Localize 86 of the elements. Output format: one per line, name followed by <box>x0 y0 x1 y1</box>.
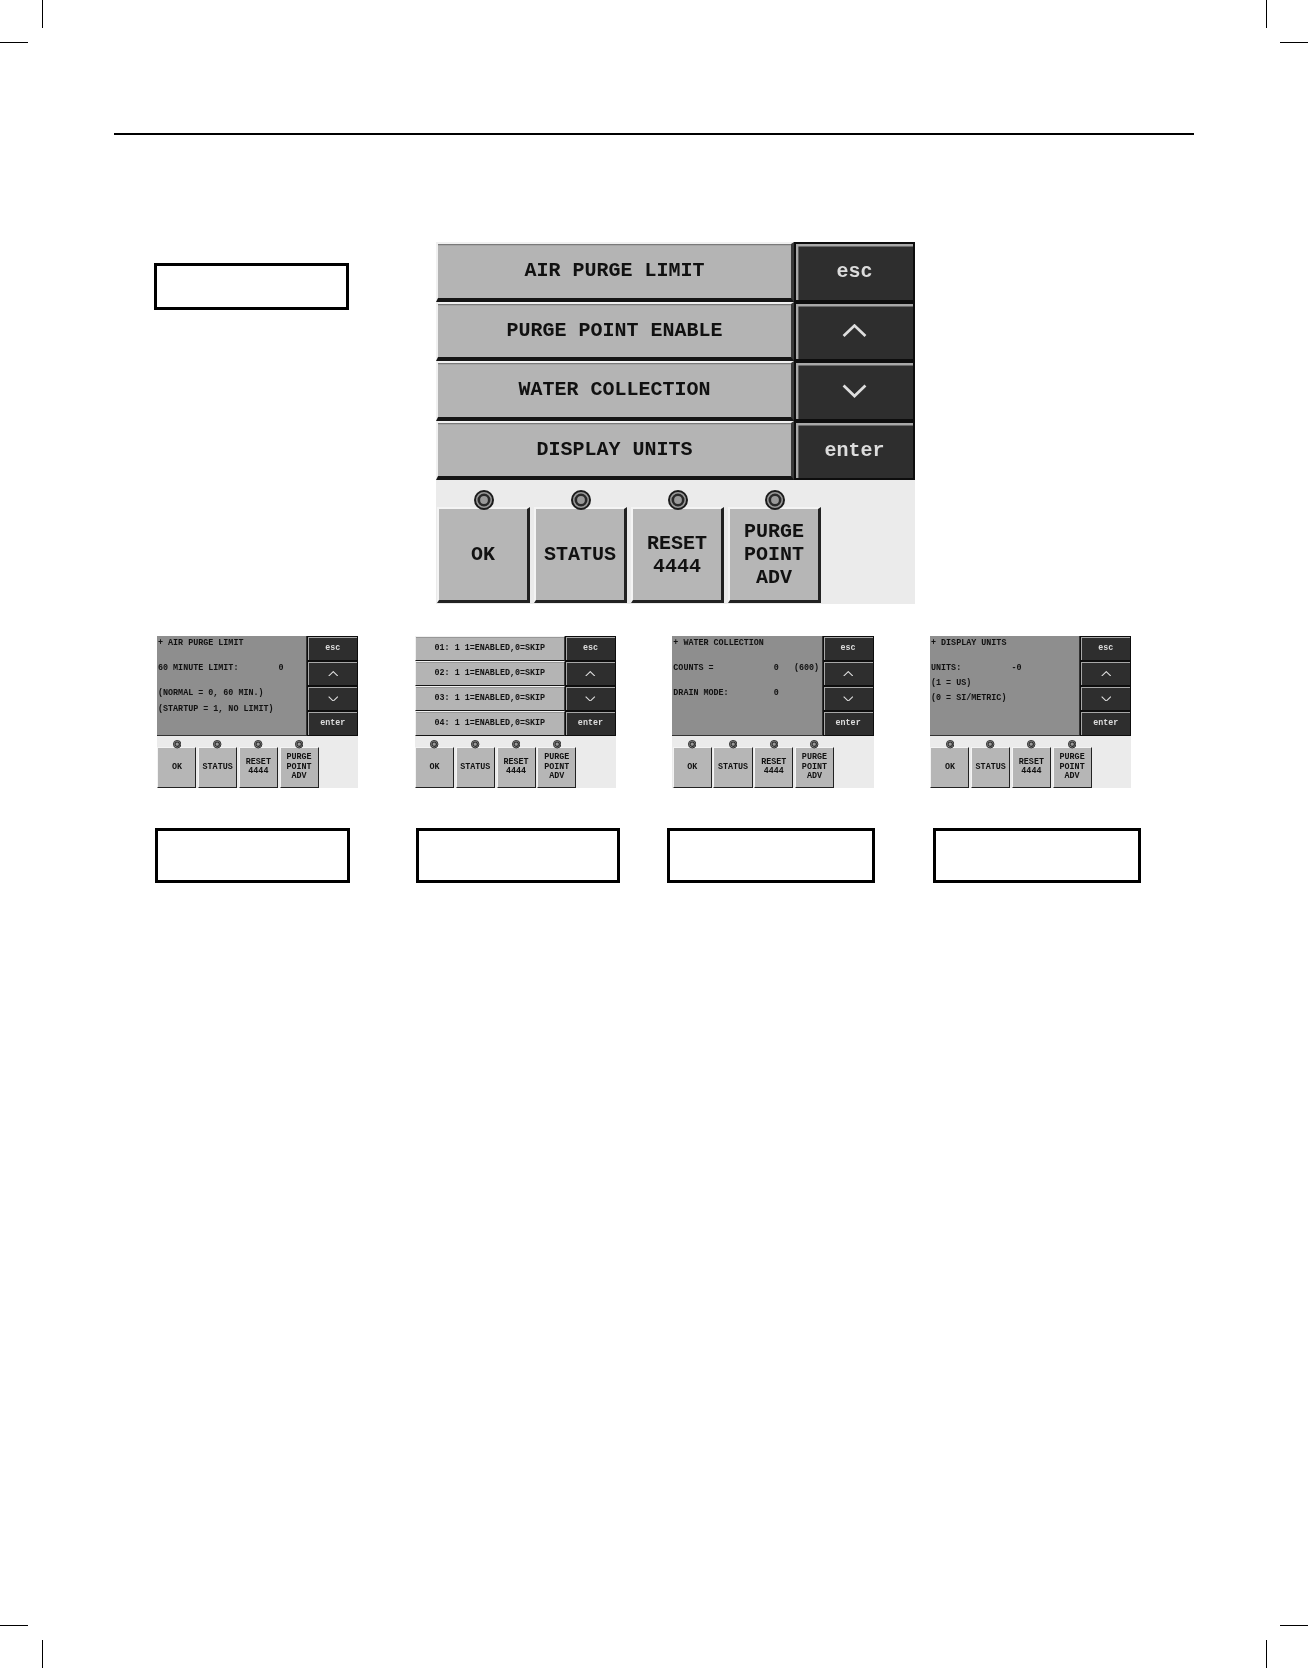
indicator-light-icon <box>552 740 561 749</box>
function-button[interactable]: RESET 4444 <box>1011 747 1051 788</box>
function-button[interactable]: RESET 4444 <box>754 747 794 788</box>
indicator-light-icon <box>769 740 778 749</box>
readout-line: (0 = SI/METRIC) <box>931 692 1008 706</box>
chevron-up-icon <box>842 670 854 677</box>
indicator-light-icon <box>430 740 439 749</box>
indicator-light-icon <box>172 740 182 749</box>
up-key-button[interactable] <box>794 301 915 361</box>
indicator-light-icon <box>667 490 688 510</box>
indicator-light-icon <box>213 740 222 749</box>
chevron-down-icon <box>585 695 596 702</box>
down-key-button[interactable] <box>565 685 616 711</box>
nav-key-button[interactable]: esc <box>307 636 359 661</box>
nav-key-button[interactable]: esc <box>822 636 874 661</box>
function-button[interactable]: STATUS <box>455 747 495 788</box>
indicator-light-icon <box>945 740 955 749</box>
indicator-light-icon <box>511 740 521 749</box>
indicator-light-icon <box>688 740 697 749</box>
nav-key-button[interactable]: enter <box>794 420 915 480</box>
function-button[interactable]: STATUS <box>534 507 627 603</box>
menu-button[interactable]: DISPLAY UNITS <box>436 420 794 480</box>
chevron-down-icon <box>842 383 867 398</box>
function-button[interactable]: OK <box>415 747 455 788</box>
indicator-light-icon <box>471 740 480 749</box>
chevron-up-icon <box>585 670 596 677</box>
chevron-down-icon <box>327 695 338 702</box>
readout-line: (STARTUP = 1, NO LIMIT) <box>158 702 275 716</box>
up-key-button[interactable] <box>1080 661 1132 686</box>
function-button[interactable]: OK <box>930 747 970 788</box>
chevron-up-icon <box>1100 670 1112 677</box>
menu-button[interactable]: 01: 1 1=ENABLED,0=SKIP <box>414 636 566 661</box>
function-button[interactable]: OK <box>157 747 197 788</box>
menu-button[interactable]: WATER COLLECTION <box>436 361 794 421</box>
up-key-button[interactable] <box>307 661 359 686</box>
nav-key-button[interactable]: enter <box>307 710 359 736</box>
function-button[interactable]: OK <box>672 747 712 788</box>
chevron-down-icon <box>842 695 854 702</box>
nav-key-button[interactable]: enter <box>1080 710 1132 736</box>
function-button[interactable]: STATUS <box>198 747 238 788</box>
indicator-light-icon <box>986 740 995 749</box>
menu-button[interactable]: 04: 1 1=ENABLED,0=SKIP <box>414 710 566 736</box>
indicator-light-icon <box>254 740 263 749</box>
function-button[interactable]: RESET 4444 <box>631 507 724 603</box>
menu-button[interactable]: 03: 1 1=ENABLED,0=SKIP <box>414 685 566 711</box>
menu-button[interactable]: AIR PURGE LIMIT <box>436 242 794 302</box>
menu-button[interactable]: PURGE POINT ENABLE <box>436 301 794 361</box>
nav-key-button[interactable]: esc <box>794 242 915 302</box>
indicator-light-icon <box>810 740 819 749</box>
chevron-up-icon <box>842 324 867 339</box>
nav-key-button[interactable]: enter <box>565 710 616 736</box>
function-button[interactable]: RESET 4444 <box>496 747 536 788</box>
indicator-light-icon <box>294 740 304 749</box>
menu-button[interactable]: 02: 1 1=ENABLED,0=SKIP <box>414 661 566 686</box>
function-button[interactable]: PURGE POINT ADV <box>537 747 577 788</box>
readout-line: COUNTS = 0 (600) <box>673 662 821 676</box>
readout-line: (NORMAL = 0, 60 MIN.) <box>158 687 265 701</box>
function-button[interactable]: STATUS <box>713 747 753 788</box>
chevron-up-icon <box>327 670 338 677</box>
function-button[interactable]: PURGE POINT ADV <box>794 747 834 788</box>
readout-title: + DISPLAY UNITS <box>931 637 1008 650</box>
readout-line: 60 MINUTE LIMIT: 0 <box>158 662 285 676</box>
readout-title: + WATER COLLECTION <box>673 637 765 650</box>
down-key-button[interactable] <box>307 685 359 711</box>
indicator-light-icon <box>764 490 785 510</box>
readout-line: (1 = US) <box>931 677 973 691</box>
indicator-light-icon <box>570 490 591 510</box>
chevron-down-icon <box>1100 695 1112 702</box>
indicator-light-icon <box>1027 740 1036 749</box>
up-key-button[interactable] <box>565 661 616 686</box>
readout-line: DRAIN MODE: 0 <box>673 687 780 701</box>
indicator-light-icon <box>728 740 738 749</box>
down-key-button[interactable] <box>794 361 915 421</box>
function-button[interactable]: OK <box>437 507 530 603</box>
function-button[interactable]: PURGE POINT ADV <box>728 507 821 603</box>
indicator-light-icon <box>473 490 494 510</box>
readout-line: UNITS: -0 <box>931 662 1023 676</box>
function-button[interactable]: PURGE POINT ADV <box>279 747 319 788</box>
indicator-light-icon <box>1067 740 1077 749</box>
nav-key-button[interactable]: esc <box>1080 636 1132 661</box>
function-button[interactable]: PURGE POINT ADV <box>1052 747 1092 788</box>
function-button[interactable]: STATUS <box>971 747 1011 788</box>
down-key-button[interactable] <box>1080 685 1132 711</box>
nav-key-button[interactable]: esc <box>565 636 616 661</box>
readout-title: + AIR PURGE LIMIT <box>158 637 245 650</box>
function-button[interactable]: RESET 4444 <box>238 747 278 788</box>
